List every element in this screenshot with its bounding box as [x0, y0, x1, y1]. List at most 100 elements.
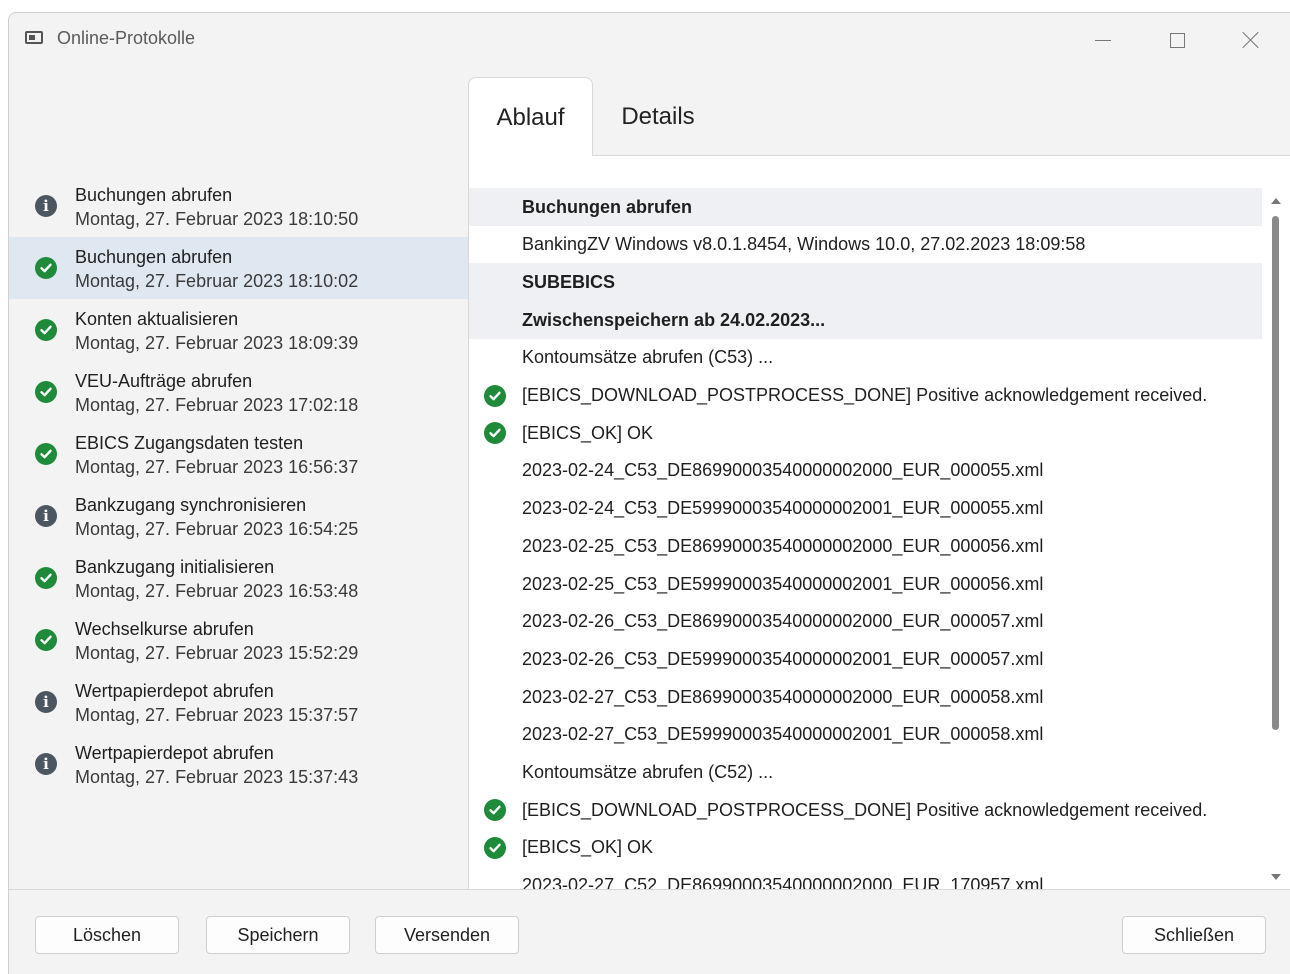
- scroll-thumb[interactable]: [1272, 216, 1279, 730]
- close-window-button[interactable]: [1228, 23, 1274, 57]
- tab-details[interactable]: Details: [593, 77, 723, 156]
- protocol-list-item[interactable]: Konten aktualisieren Montag, 27. Februar …: [9, 299, 468, 361]
- protocol-line: BankingZV Windows v8.0.1.8454, Windows 1…: [469, 226, 1262, 264]
- protocol-item-title: Wertpapierdepot abrufen: [75, 681, 274, 701]
- protocol-line: [EBICS_DOWNLOAD_POSTPROCESS_DONE] Positi…: [469, 791, 1262, 829]
- protocol-item-date: Montag, 27. Februar 2023 16:54:25: [75, 519, 359, 539]
- protocol-line: Kontoumsätze abrufen (C53) ...: [469, 339, 1262, 377]
- success-check-icon: [484, 422, 506, 445]
- protocol-item-title: Wertpapierdepot abrufen: [75, 743, 274, 763]
- protocol-line: 2023-02-24_C53_DE86990003540000002000_EU…: [469, 452, 1262, 490]
- protocol-item-title: Bankzugang initialisieren: [75, 557, 275, 577]
- delete-button[interactable]: Löschen: [35, 916, 179, 954]
- protocol-item-date: Montag, 27. Februar 2023 15:52:29: [75, 643, 359, 663]
- protocol-section-header: SUBEBICS: [469, 263, 1262, 302]
- success-check-icon: [35, 629, 57, 651]
- protocol-line: 2023-02-24_C53_DE59990003540000002001_EU…: [469, 490, 1262, 528]
- protocol-line-text: 2023-02-27_C53_DE59990003540000002001_EU…: [522, 724, 1044, 745]
- info-icon: i: [35, 505, 57, 527]
- protocol-line-text: [EBICS_OK] OK: [522, 837, 654, 858]
- title-bar: Online-Protokolle: [9, 13, 1290, 65]
- protocol-list-item[interactable]: i Wertpapierdepot abrufen Montag, 27. Febr…: [9, 733, 468, 795]
- protocol-list-item[interactable]: Wechselkurse abrufen Montag, 27. Februar …: [9, 609, 468, 671]
- scroll-down-arrow-icon[interactable]: [1271, 874, 1281, 880]
- protocol-list-item[interactable]: EBICS Zugangsdaten testen Montag, 27. Feb…: [9, 423, 468, 485]
- protocol-item-title: Buchungen abrufen: [75, 185, 233, 205]
- protocol-line-text: [EBICS_DOWNLOAD_POSTPROCESS_DONE] Positi…: [522, 385, 1208, 405]
- save-button[interactable]: Speichern: [206, 916, 350, 954]
- protocol-item-title: Konten aktualisieren: [75, 309, 239, 329]
- protocol-line-text: Kontoumsätze abrufen (C52) ...: [522, 762, 774, 782]
- protocol-list-item[interactable]: i Buchungen abrufen Montag, 27. Februar 20…: [9, 175, 468, 237]
- protocol-item-title: Wechselkurse abrufen: [75, 619, 254, 639]
- protocol-section-header: Zwischenspeichern ab 24.02.2023...: [469, 301, 1262, 340]
- success-check-icon: [35, 567, 57, 589]
- info-icon: i: [35, 691, 57, 713]
- tab-ablauf[interactable]: Ablauf: [468, 77, 593, 157]
- success-check-icon: [35, 443, 57, 465]
- protocol-list: i Buchungen abrufen Montag, 27. Februar 20…: [9, 175, 468, 795]
- protocol-line-text: SUBEBICS: [522, 271, 616, 292]
- protocol-line-text: 2023-02-24_C53_DE59990003540000002001_EU…: [522, 498, 1044, 519]
- protocol-line-text: Kontoumsätze abrufen (C53) ...: [522, 347, 774, 368]
- protocol-line: 2023-02-27_C53_DE59990003540000002001_EU…: [469, 716, 1262, 754]
- protocol-line-text: [EBICS_OK] OK: [522, 422, 654, 443]
- maximize-icon: [1169, 32, 1185, 48]
- protocol-list-item[interactable]: Buchungen abrufen Montag, 27. Februar 202…: [9, 237, 468, 299]
- protocol-item-title: Bankzugang synchronisieren: [75, 495, 307, 515]
- success-check-icon: [35, 257, 57, 279]
- scroll-up-arrow-icon[interactable]: [1271, 198, 1281, 204]
- info-icon: i: [35, 195, 57, 217]
- protocol-line-text: 2023-02-24_C53_DE86990003540000002000_EU…: [522, 460, 1044, 481]
- protocol-list-item[interactable]: Bankzugang initialisieren Montag, 27. Feb…: [9, 547, 468, 609]
- protocol-item-title: EBICS Zugangsdaten testen: [75, 433, 304, 453]
- success-check-icon: [484, 836, 506, 859]
- protocol-line: 2023-02-27_C52_DE86990003540000002000_EU…: [469, 867, 1262, 890]
- close-button[interactable]: Schließen: [1122, 916, 1266, 954]
- protocol-item-date: Montag, 27. Februar 2023 16:56:37: [75, 457, 359, 477]
- footer-bar: Löschen Speichern Versenden Schließen: [9, 889, 1290, 974]
- protocol-line: [EBICS_OK] OK: [469, 414, 1262, 452]
- success-check-icon: [35, 381, 57, 403]
- protocol-item-date: Montag, 27. Februar 2023 16:53:48: [75, 581, 359, 601]
- protocol-content: Buchungen abrufen BankingZV Windows v8.0.…: [468, 156, 1290, 890]
- protocol-line-text: 2023-02-26_C53_DE86990003540000002000_EU…: [522, 611, 1044, 632]
- protocol-item-date: Montag, 27. Februar 2023 15:37:43: [75, 767, 359, 787]
- protocol-item-date: Montag, 27. Februar 2023 17:02:18: [75, 395, 359, 415]
- info-icon: i: [35, 753, 57, 775]
- protocol-item-date: Montag, 27. Februar 2023 18:10:50: [75, 209, 359, 229]
- protocol-line: 2023-02-26_C53_DE86990003540000002000_EU…: [469, 603, 1262, 641]
- minimize-button[interactable]: [1080, 23, 1126, 57]
- success-check-icon: [484, 384, 506, 407]
- protocol-item-date: Montag, 27. Februar 2023 18:09:39: [75, 333, 359, 353]
- protocol-item-title: Buchungen abrufen: [75, 247, 233, 267]
- send-button[interactable]: Versenden: [375, 916, 519, 954]
- window-title: Online-Protokolle: [57, 28, 196, 48]
- protocol-line: 2023-02-27_C53_DE86990003540000002000_EU…: [469, 678, 1262, 716]
- protocol-line-text: 2023-02-25_C53_DE59990003540000002001_EU…: [522, 573, 1044, 594]
- protocol-line: 2023-02-25_C53_DE86990003540000002000_EU…: [469, 527, 1262, 565]
- protocol-section-header: Buchungen abrufen: [469, 188, 1262, 226]
- success-check-icon: [484, 799, 506, 822]
- protocol-item-date: Montag, 27. Februar 2023 18:10:02: [75, 271, 359, 291]
- minimize-icon: [1095, 39, 1111, 41]
- protocol-line-text: BankingZV Windows v8.0.1.8454, Windows 1…: [522, 234, 1086, 255]
- maximize-button[interactable]: [1154, 23, 1200, 57]
- success-check-icon: [35, 319, 57, 341]
- protocol-line: 2023-02-25_C53_DE59990003540000002001_EU…: [469, 565, 1262, 603]
- protocol-list-item[interactable]: i Wertpapierdepot abrufen Montag, 27. Febr…: [9, 671, 468, 733]
- protocol-line: [EBICS_OK] OK: [469, 829, 1262, 867]
- online-protocols-window: Online-Protokolle i Buchungen abrufen Mont…: [8, 12, 1290, 974]
- protocol-line-text: 2023-02-26_C53_DE59990003540000002001_EU…: [522, 648, 1044, 669]
- vertical-scrollbar[interactable]: [1262, 156, 1290, 890]
- close-icon: [1242, 31, 1260, 49]
- protocol-line: 2023-02-26_C53_DE59990003540000002001_EU…: [469, 640, 1262, 678]
- protocol-line-text: 2023-02-27_C52_DE86990003540000002000_EU…: [522, 875, 1044, 890]
- protocol-item-date: Montag, 27. Februar 2023 15:37:57: [75, 705, 359, 725]
- protocol-list-item[interactable]: i Bankzugang synchronisieren Montag, 27. F…: [9, 485, 468, 547]
- protocol-line-text: Buchungen abrufen: [522, 196, 692, 217]
- protocol-line-text: 2023-02-27_C53_DE86990003540000002000_EU…: [522, 686, 1044, 707]
- tab-bar: Ablauf Details: [468, 77, 1290, 157]
- protocol-list-item[interactable]: VEU-Aufträge abrufen Montag, 27. Februar …: [9, 361, 468, 423]
- window-app-icon: [25, 31, 43, 44]
